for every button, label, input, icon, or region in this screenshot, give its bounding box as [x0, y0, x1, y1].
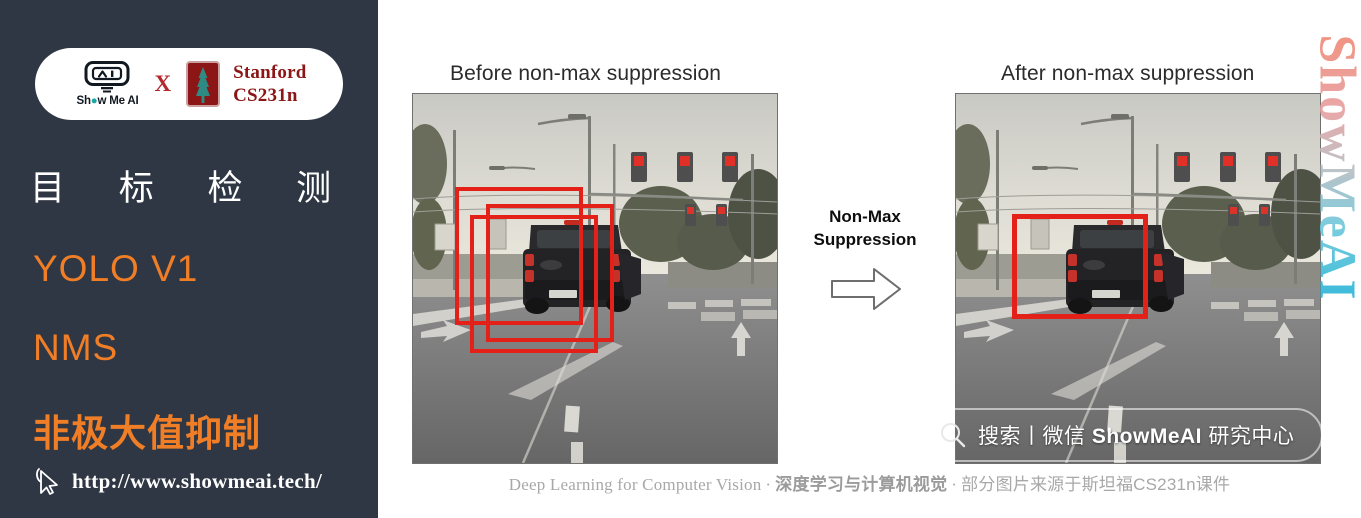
detection-box-3 — [470, 215, 598, 353]
ai-monitor-icon — [84, 60, 130, 93]
showmeai-wordmark: Sh●w Me AI — [76, 94, 139, 107]
showmeai-logo: Sh●w Me AI — [71, 60, 143, 108]
stanford-line-1: Stanford — [233, 61, 307, 83]
slide-root: Sh●w Me AI X S Stanford CS231n 目 标 检 测 Y… — [0, 0, 1361, 518]
after-image — [955, 93, 1321, 464]
after-panel-title: After non-max suppression — [1001, 62, 1255, 85]
cross-label: X — [154, 71, 172, 96]
footer-cn-note: 部分图片来源于斯坦福CS231n课件 — [961, 475, 1231, 494]
footer-cn-bold: 深度学习与计算机视觉 — [775, 475, 948, 494]
cursor-pointer-icon — [36, 468, 58, 495]
transition-label-line-2: Suppression — [813, 229, 917, 249]
site-url-label: http://www.showmeai.tech/ — [72, 468, 323, 493]
page-title: 目 标 检 测 — [30, 169, 354, 208]
detection-box-final — [1012, 214, 1148, 319]
topic-yolo-v1: YOLO V1 — [33, 248, 199, 289]
before-image — [412, 93, 778, 464]
main-content: Before non-max suppression After non-max… — [378, 0, 1361, 518]
footer-caption: Deep Learning for Computer Vision · 深度学习与计… — [378, 470, 1361, 495]
transition-label-line-1: Non-Max — [829, 207, 901, 226]
sidebar: Sh●w Me AI X S Stanford CS231n 目 标 检 测 Y… — [0, 0, 378, 518]
transition-label: Non-Max Suppression — [805, 206, 925, 252]
topic-nms-chinese: 非极大值抑制 — [33, 413, 261, 454]
before-panel-title: Before non-max suppression — [450, 62, 722, 85]
brand-logo-pill: Sh●w Me AI X S Stanford CS231n — [35, 48, 343, 120]
stanford-label: Stanford CS231n — [233, 61, 306, 107]
footer-sep-2: · — [951, 475, 958, 494]
footer-en: Deep Learning for Computer Vision — [508, 475, 762, 494]
transition-arrow — [828, 265, 904, 313]
site-url[interactable]: http://www.showmeai.tech/ — [33, 466, 322, 496]
stanford-line-2: CS231n — [233, 85, 298, 106]
stanford-tree-icon: S — [186, 61, 221, 110]
arrow-right-icon — [831, 268, 901, 310]
footer-sep-1: · — [765, 475, 772, 494]
topic-nms: NMS — [33, 327, 119, 368]
